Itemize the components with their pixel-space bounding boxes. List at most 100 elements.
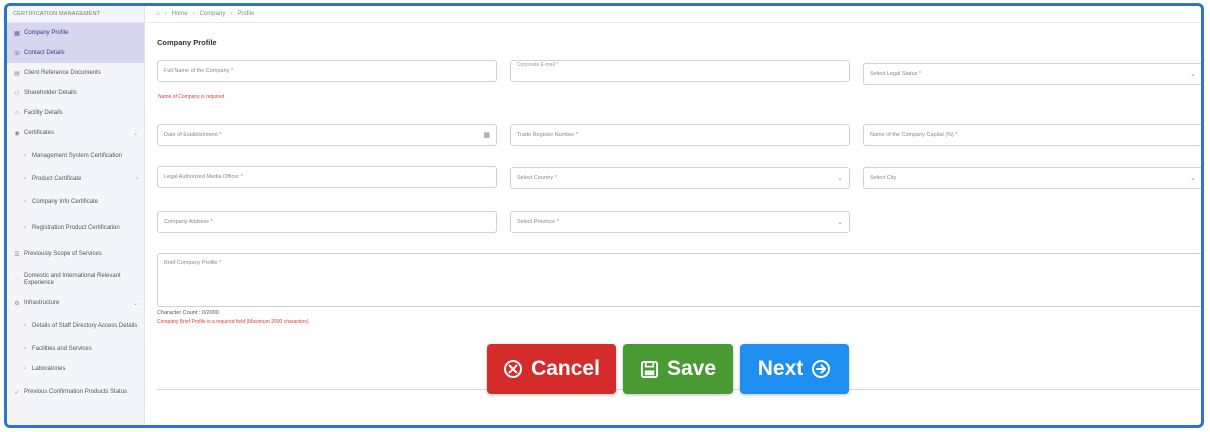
list-icon: ☰ <box>14 251 20 258</box>
users-icon: ⚇ <box>14 90 20 97</box>
sidebar: CERTIFICATION MANAGEMENT ▦ Company Profi… <box>7 6 145 425</box>
sidebar-item-reference-documents[interactable]: ▤ Client Reference Documents <box>7 63 144 83</box>
field-placeholder: Trade Register Number * <box>517 132 578 138</box>
sidebar-item-label: Facility Details <box>24 110 63 116</box>
chevron-down-icon: ⌄ <box>132 300 138 307</box>
home-icon: ⌂ <box>15 110 19 116</box>
globe-icon: ◌ <box>15 277 19 283</box>
field-placeholder: Select Country * <box>517 175 557 181</box>
sidebar-item-label: Contact Details <box>24 50 65 56</box>
field-placeholder: Company Address * <box>164 219 213 225</box>
home-icon[interactable]: ⌂ <box>156 11 160 22</box>
sidebar-item-label: Certificates <box>24 130 55 136</box>
doc-icon: ▫ <box>23 153 27 159</box>
save-button-label: Save <box>666 357 717 380</box>
trade-register-field[interactable]: Trade Register Number * <box>510 124 850 146</box>
breadcrumb-item: Profile <box>237 11 255 17</box>
province-select[interactable]: Select Province * ⌄ <box>510 211 850 233</box>
save-button[interactable]: Save <box>623 344 733 394</box>
sidebar-item-label: Client Reference Documents <box>24 70 101 76</box>
building-icon: ▦ <box>14 30 20 37</box>
sidebar-sub-company-info[interactable]: ▫ Company Info Certificate <box>7 189 144 215</box>
sidebar-item-certificates[interactable]: ◉ Certificates ⌄ <box>7 123 144 143</box>
cancel-button[interactable]: Cancel <box>487 344 616 394</box>
field-placeholder: Date of Establishment * <box>164 132 222 138</box>
sidebar-sub-staff-directory[interactable]: ▫ Details of Staff Directory Access Deta… <box>7 313 144 339</box>
phone-icon: ☏ <box>13 50 21 57</box>
doc-icon: ▫ <box>23 199 27 205</box>
sidebar-item-label: Infrastructure <box>24 300 60 306</box>
sidebar-item-shareholder-details[interactable]: ⚇ Shareholder Details <box>7 83 144 103</box>
breadcrumb-item[interactable]: Home <box>172 11 188 22</box>
sidebar-item-company-profile[interactable]: ▦ Company Profile <box>7 23 144 43</box>
sidebar-sub-product-certificate[interactable]: ▫ Product Certificate › <box>7 169 144 189</box>
date-establishment-field[interactable]: Date of Establishment * ▦ <box>157 124 497 146</box>
field-placeholder: Select Province * <box>517 219 559 225</box>
chevron-right-icon: › <box>136 176 138 182</box>
breadcrumb-separator: › <box>230 11 233 17</box>
field-placeholder: Select City <box>870 175 897 181</box>
company-address-field[interactable]: Company Address * <box>157 211 497 233</box>
sidebar-item-label: Shareholder Details <box>24 90 77 96</box>
company-name-field[interactable]: Full Name of the Company * <box>157 60 497 82</box>
legal-officer-field[interactable]: Legal Authorized Media Officer * <box>157 166 497 188</box>
next-button-label: Next <box>757 357 804 380</box>
brief-profile-error: Company Brief Profile is a required fiel… <box>157 319 309 325</box>
field-placeholder: Name of the Company Capital (%) * <box>870 132 958 138</box>
sidebar-item-facility-details[interactable]: ⌂ Facility Details <box>7 103 144 123</box>
sidebar-item-label: Previous Confirmation Products Status <box>24 388 128 395</box>
sidebar-sub-laboratories[interactable]: ▫ Laboratories <box>7 359 144 379</box>
field-placeholder: Corporate E-mail * <box>517 62 559 68</box>
field-placeholder: Select Legal Status * <box>870 71 922 77</box>
legal-status-select[interactable]: Select Legal Status * ⌄ <box>863 63 1201 85</box>
cancel-circle-x-icon <box>504 360 523 378</box>
page-title: Company Profile <box>157 38 217 47</box>
calendar-icon[interactable]: ▦ <box>483 131 490 139</box>
sidebar-sub-management-system[interactable]: ▫ Management System Certification <box>7 143 144 169</box>
sidebar-sub-facilities[interactable]: ▫ Facilities and Services <box>7 339 144 359</box>
chevron-down-icon: ⌄ <box>1190 175 1196 182</box>
app-frame: CERTIFICATION MANAGEMENT ▦ Company Profi… <box>4 3 1204 428</box>
chevron-down-icon: ⌄ <box>1190 71 1196 78</box>
sidebar-item-label: Previously Scope of Services <box>24 250 102 257</box>
sidebar-item-relevant-experience[interactable]: ◌ Domestic and International Relevant Ex… <box>7 267 144 293</box>
sidebar-item-label: Company Info Certificate <box>32 198 99 205</box>
chevron-down-icon: ⌄ <box>837 219 843 226</box>
doc-icon: ▫ <box>23 366 27 372</box>
sidebar-item-products-status[interactable]: ✓ Previous Confirmation Products Status <box>7 379 144 405</box>
sidebar-title: CERTIFICATION MANAGEMENT <box>7 6 144 23</box>
breadcrumb-separator: › <box>164 11 167 17</box>
country-select[interactable]: Select Country * ⌄ <box>510 167 850 189</box>
save-floppy-icon <box>640 360 659 378</box>
breadcrumb-item[interactable]: Company <box>200 11 226 22</box>
sidebar-item-label: Company Profile <box>24 30 69 36</box>
sidebar-item-infrastructure[interactable]: ⚙ Infrastructure ⌄ <box>7 293 144 313</box>
sidebar-item-contact-details[interactable]: ☏ Contact Details <box>7 43 144 63</box>
sidebar-item-scope-of-services[interactable]: ☰ Previously Scope of Services <box>7 241 144 267</box>
corporate-email-field[interactable]: Corporate E-mail * <box>510 60 850 82</box>
city-select[interactable]: Select City ⌄ <box>863 167 1201 189</box>
doc-icon: ▫ <box>23 225 27 231</box>
doc-icon: ▫ <box>23 176 27 182</box>
breadcrumb-separator: › <box>192 11 195 17</box>
brief-profile-textarea[interactable]: Brief Company Profile * <box>157 253 1201 307</box>
company-name-error: Name of Company is required <box>158 94 225 100</box>
chevron-down-icon: ⌄ <box>837 175 843 182</box>
certificate-icon: ◉ <box>14 130 20 137</box>
sidebar-item-label: Facilities and Services <box>32 346 92 352</box>
field-placeholder: Legal Authorized Media Officer * <box>164 174 243 180</box>
next-button[interactable]: Next <box>740 344 849 394</box>
doc-icon: ▫ <box>23 323 27 329</box>
sidebar-item-label: Details of Staff Directory Access Detail… <box>32 322 138 329</box>
check-icon: ✓ <box>14 389 20 396</box>
breadcrumb: ⌂ › Home › Company › Profile <box>146 6 1201 23</box>
arrow-right-circle-icon <box>812 360 831 378</box>
chevron-down-icon: ⌄ <box>132 130 138 137</box>
doc-icon: ▫ <box>23 346 27 352</box>
character-count: Character Count : 0/2000 <box>157 310 219 316</box>
sidebar-item-label: Management System Certification <box>32 152 123 159</box>
field-placeholder: Brief Company Profile * <box>164 260 222 266</box>
sidebar-item-label: Registration Product Certification <box>32 224 120 231</box>
company-capital-field[interactable]: Name of the Company Capital (%) * <box>863 124 1201 146</box>
sidebar-sub-registration-product[interactable]: ▫ Registration Product Certification <box>7 215 144 241</box>
